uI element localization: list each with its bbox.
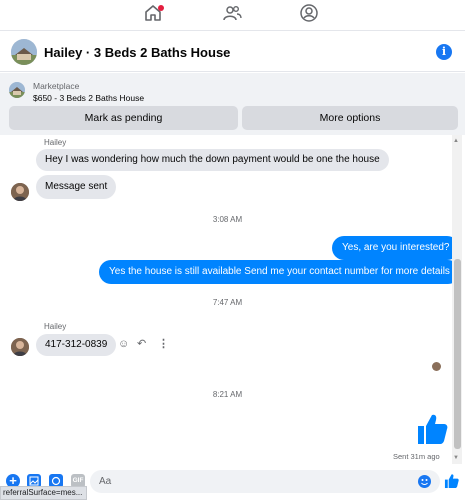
sender-name: Hailey [44, 138, 67, 147]
marketplace-panel: Marketplace $650 - 3 Beds 2 Baths House … [0, 73, 465, 135]
hailey-avatar[interactable] [11, 183, 29, 201]
outgoing-message[interactable]: Yes the house is still available Send me… [99, 260, 460, 284]
listing-thumbnail[interactable] [9, 82, 25, 98]
listing-avatar[interactable] [11, 39, 37, 65]
more-actions-icon[interactable]: ⋮ [158, 338, 169, 350]
timestamp: 8:21 AM [212, 390, 243, 399]
seen-indicator-avatar [432, 362, 441, 371]
like-sticker-icon[interactable] [416, 412, 448, 446]
top-navigation [0, 0, 465, 26]
reply-icon[interactable]: ↶ [137, 338, 146, 350]
incoming-message[interactable]: Message sent [36, 175, 117, 199]
home-icon[interactable] [143, 3, 164, 23]
chat-title[interactable]: Hailey · 3 Beds 2 Baths House [44, 45, 230, 60]
emoji-icon[interactable] [418, 475, 431, 488]
listing-title[interactable]: $650 - 3 Beds 2 Baths House [33, 93, 144, 103]
info-icon[interactable]: i [436, 44, 452, 60]
like-icon[interactable] [444, 473, 459, 489]
scrollbar-thumb[interactable] [454, 259, 461, 449]
incoming-message[interactable]: 417-312-0839 [36, 334, 117, 356]
timestamp: 3:08 AM [212, 215, 243, 224]
sent-status: Sent 31m ago [393, 452, 440, 461]
react-icon[interactable]: ☺ [118, 338, 129, 350]
sender-name: Hailey [44, 322, 67, 331]
chat-header: Hailey · 3 Beds 2 Baths House i [0, 30, 465, 72]
hailey-avatar[interactable] [11, 338, 29, 356]
more-options-button[interactable]: More options [242, 106, 458, 130]
incoming-message[interactable]: Hey I was wondering how much the down pa… [36, 149, 389, 171]
profile-icon[interactable] [299, 3, 319, 23]
notification-dot [158, 5, 164, 11]
marketplace-label: Marketplace [33, 81, 80, 91]
timestamp: 7:47 AM [212, 298, 243, 307]
message-input[interactable] [90, 470, 440, 493]
scroll-down-arrow[interactable]: ▼ [453, 455, 459, 461]
scroll-up-arrow[interactable]: ▲ [453, 138, 459, 144]
status-tooltip: referralSurface=mes... [0, 486, 88, 500]
mark-as-pending-button[interactable]: Mark as pending [9, 106, 238, 130]
outgoing-message[interactable]: Yes, are you interested? [332, 236, 460, 260]
people-icon[interactable] [222, 3, 242, 23]
